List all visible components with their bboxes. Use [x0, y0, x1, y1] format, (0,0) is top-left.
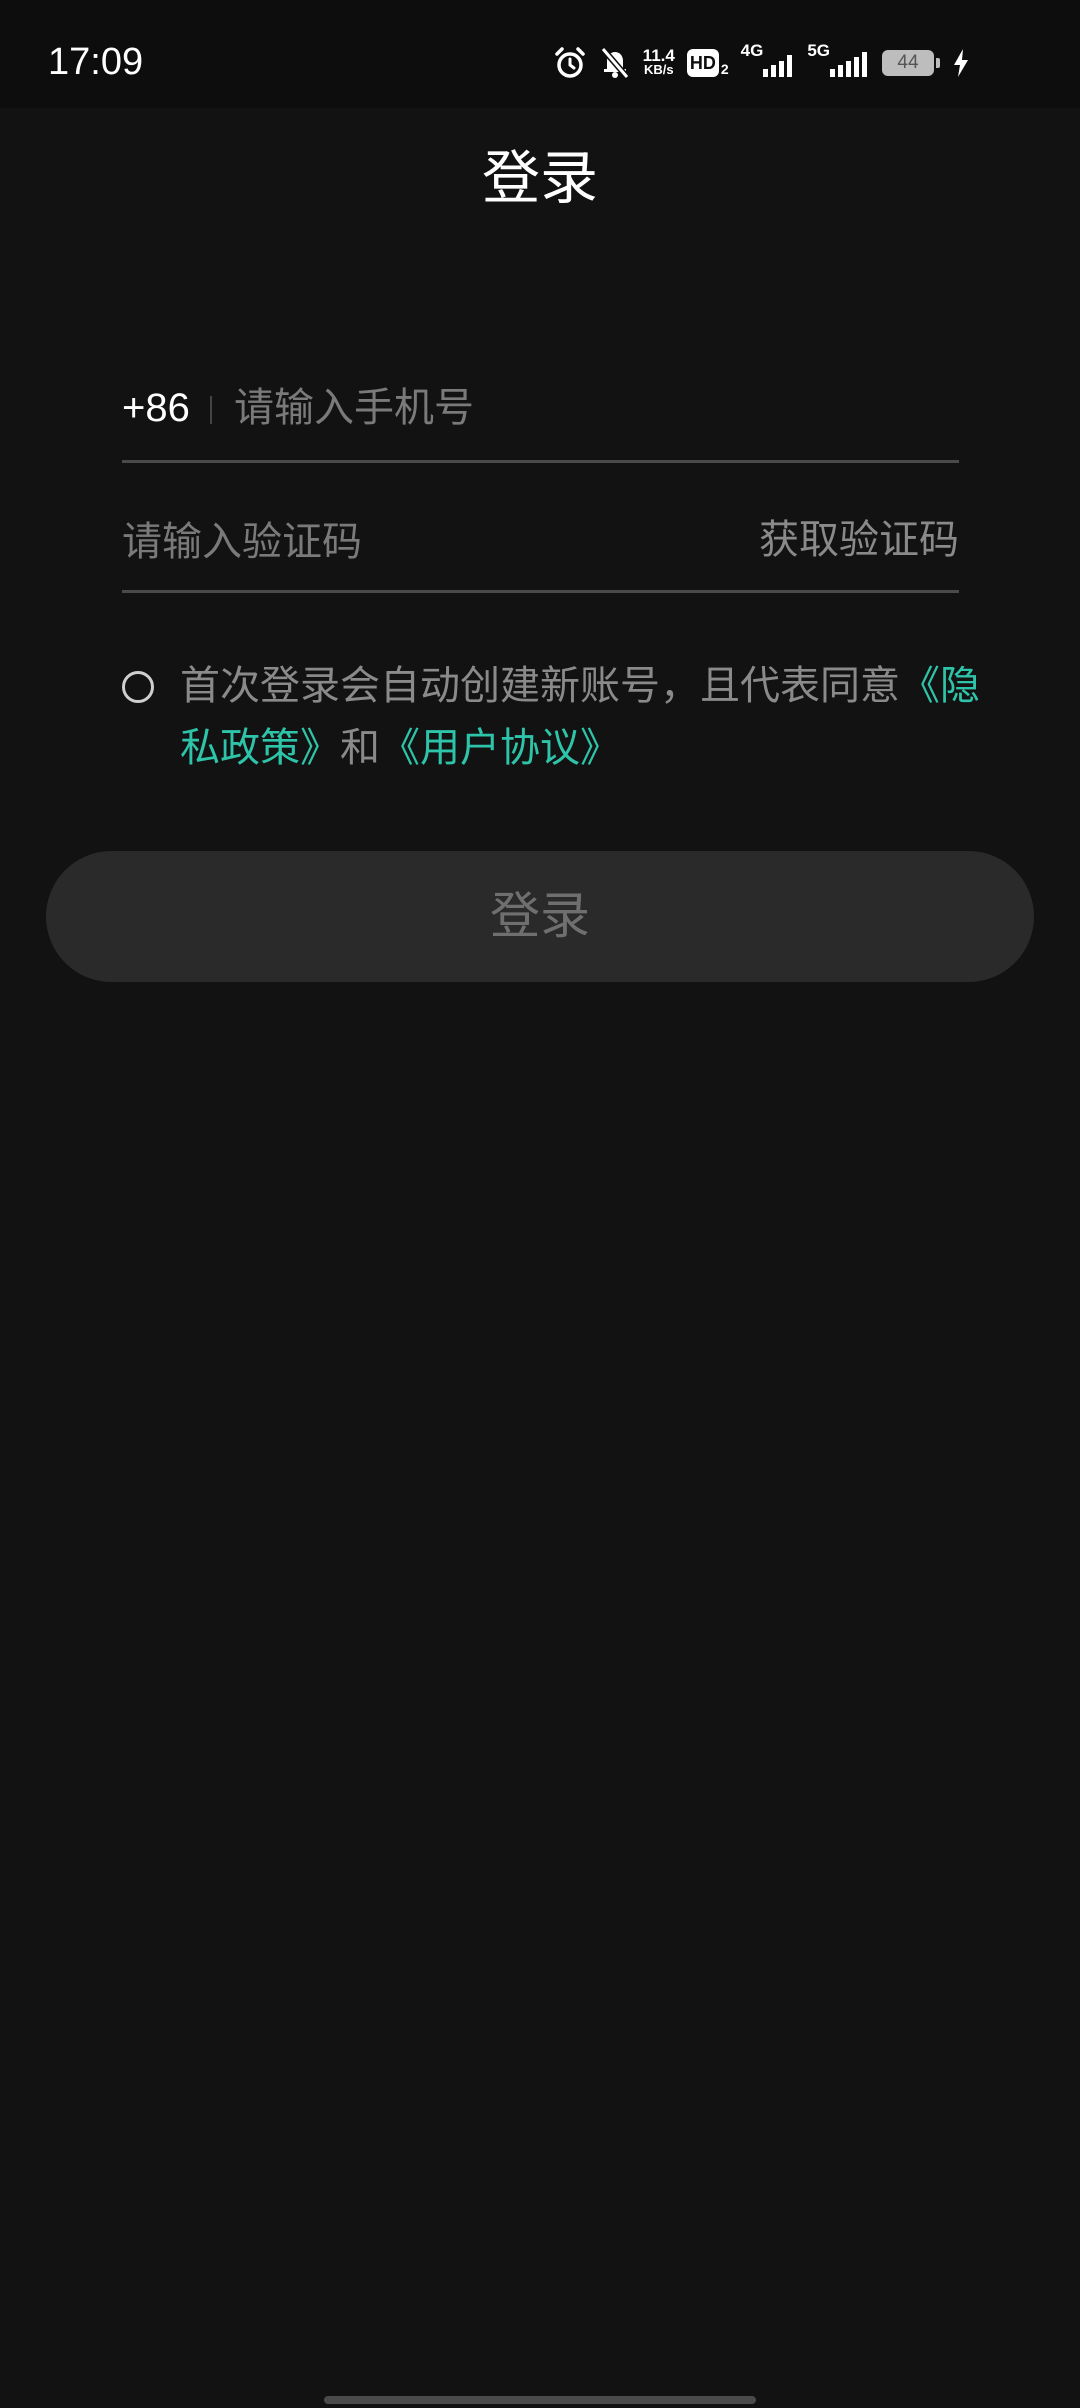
hd-icon: HD 2 [686, 49, 729, 77]
battery-icon: 44 [882, 50, 940, 76]
country-code[interactable]: +86 [122, 380, 190, 436]
login-button[interactable]: 登录 [46, 851, 1034, 982]
hd-label: HD [686, 49, 719, 77]
net-speed: 11.4 KB/s [642, 46, 675, 77]
net-speed-value: 11.4 [642, 46, 675, 65]
agreement-text: 首次登录会自动创建新账号，且代表同意《隐私政策》和《用户协议》 [180, 655, 980, 779]
charging-icon [952, 48, 970, 78]
signal-5g-label: 5G [807, 41, 830, 60]
signal-4g-label: 4G [740, 41, 764, 60]
signal-5g-icon: 5G [807, 41, 870, 77]
verification-code-field: 获取验证码 [122, 500, 959, 593]
signal-4g-icon: 4G [741, 41, 796, 77]
page-title: 登录 [481, 144, 598, 212]
verification-code-input[interactable] [122, 512, 682, 572]
battery-level: 44 [897, 52, 919, 73]
mute-icon [599, 46, 631, 80]
alarm-icon [553, 46, 587, 80]
gesture-bar[interactable] [324, 2396, 756, 2404]
status-icons: 11.4 KB/s HD 2 4G 5G 44 [553, 38, 970, 88]
hd-sub: 2 [720, 61, 729, 77]
get-code-button[interactable]: 获取验证码 [759, 512, 959, 568]
login-screen: 17:09 11.4 KB/s HD 2 4G 5G 44 登录 +86 请输入… [0, 0, 1080, 2408]
phone-field: +86 [122, 370, 959, 463]
country-code-divider [210, 396, 212, 424]
agreement-joiner: 和 [340, 725, 380, 771]
net-speed-unit: KB/s [643, 62, 674, 77]
agreement-checkbox[interactable] [122, 671, 154, 703]
status-bar: 17:09 11.4 KB/s HD 2 4G 5G 44 [0, 0, 1080, 108]
user-agreement-link[interactable]: 《用户协议》 [380, 725, 620, 771]
agreement-prefix: 首次登录会自动创建新账号，且代表同意 [180, 663, 900, 709]
status-time: 17:09 [48, 41, 144, 83]
phone-input[interactable] [234, 378, 934, 438]
